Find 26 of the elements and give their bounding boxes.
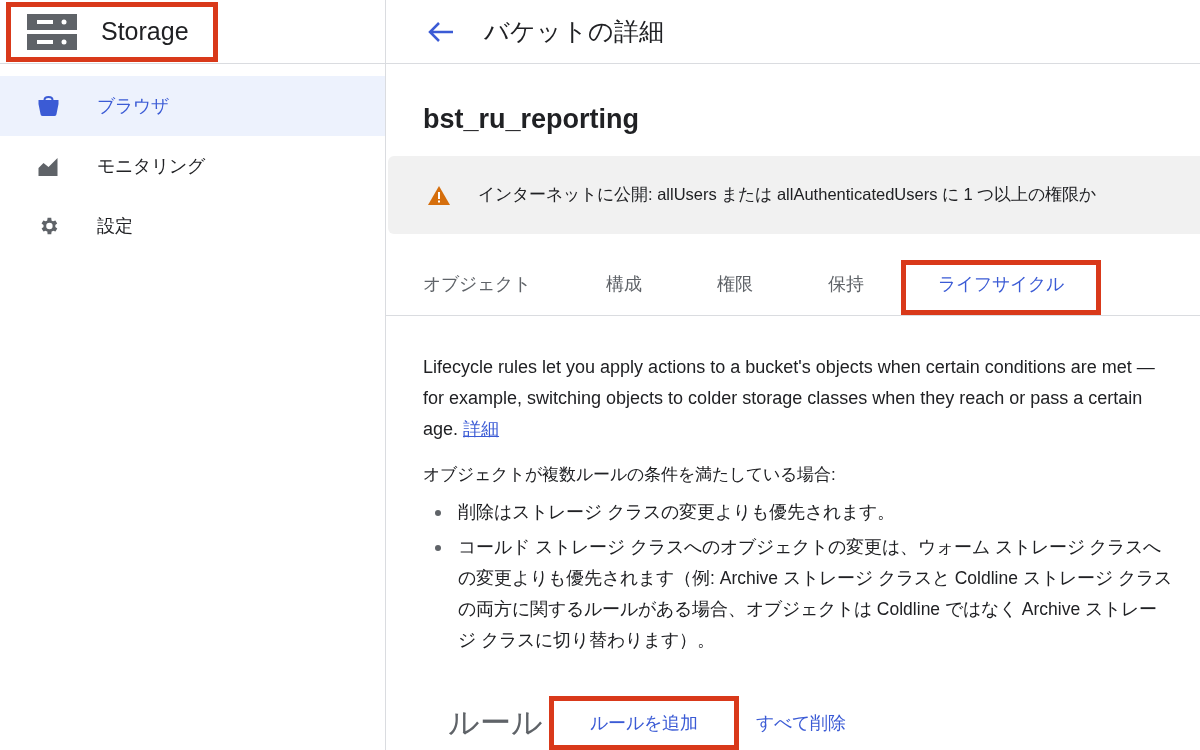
- bucket-name: bst_ru_reporting: [422, 103, 641, 136]
- intro-paragraph: Lifecycle rules let you apply actions to a bucket's objects when certain conditions are met — for example, switching objects to colder storage classes when they reach or pass a certain age. 詳細: [423, 356, 1156, 441]
- page-title: バケットの詳細: [484, 16, 664, 47]
- bullet-text: コールド ストレージ クラスへのオブジェクトの変更は、ウォーム ストレージ クラスへの変更よりも優先されます（例: Archive ストレージ クラスと Coldline ストレージ クラスの両方に関するルールがある場合、オブジェクトは Coldline ではなく Archive ストレージ クラスに切り替わります）。: [458, 536, 1173, 652]
- sidebar-item[interactable]: モニタリング: [0, 136, 385, 196]
- warning-text: インターネットに公開: allUsers または allAuthenticatedUsers に 1 つ以上の権限か: [478, 184, 1097, 205]
- tab[interactable]: 保持: [828, 260, 864, 308]
- tab[interactable]: オブジェクト: [423, 260, 531, 308]
- bullet-dot: [435, 510, 441, 516]
- tab[interactable]: 構成: [606, 260, 642, 308]
- rules-heading: ルール: [448, 704, 543, 742]
- sidebar-item[interactable]: ブラウザ: [0, 76, 385, 136]
- chart-icon: [37, 156, 60, 176]
- conditions-lead: オブジェクトが複数ルールの条件を満たしている場合:: [423, 464, 837, 486]
- tab[interactable]: 権限: [717, 260, 753, 308]
- bucket-icon: [37, 96, 60, 116]
- warning-icon: [428, 185, 450, 205]
- bullet-dot: [435, 545, 441, 551]
- product-title: Storage: [101, 17, 189, 46]
- tab[interactable]: ライフサイクル: [901, 260, 1101, 315]
- back-arrow-icon[interactable]: [428, 20, 454, 43]
- server-icon: [27, 13, 77, 50]
- sidebar-item[interactable]: 設定: [0, 196, 385, 256]
- rule-action-button[interactable]: ルールを追加: [549, 696, 739, 750]
- learn-more-link[interactable]: 詳細: [463, 419, 500, 439]
- bullet-text: 削除はストレージ クラスの変更よりも優先されます。: [458, 501, 895, 524]
